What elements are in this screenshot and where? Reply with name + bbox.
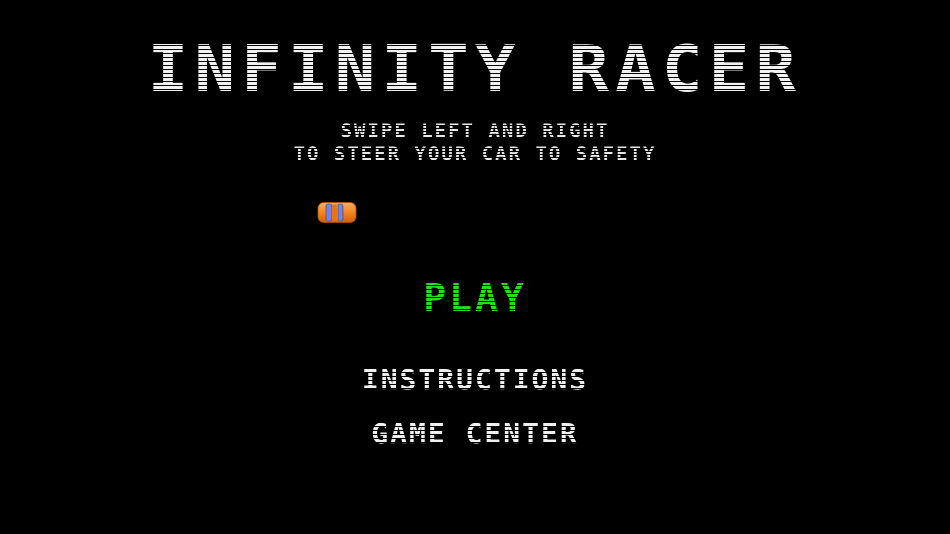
play-button[interactable]: PLAY (0, 278, 950, 318)
game-center-button[interactable]: GAME CENTER (0, 419, 950, 449)
car-icon (317, 201, 357, 224)
subtitle-line-2: TO STEER YOUR CAR TO SAFETY (293, 143, 657, 165)
subtitle-line-1: SWIPE LEFT AND RIGHT (340, 120, 610, 142)
instructions-button[interactable]: INSTRUCTIONS (0, 365, 950, 395)
game-title: INFINITY RACER (147, 33, 803, 107)
